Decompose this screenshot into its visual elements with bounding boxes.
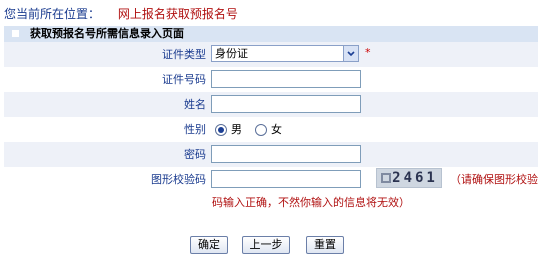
captcha-note-line2: 码输入正确，不然你输入的信息将无效） — [212, 196, 410, 209]
password-label: 密码 — [184, 148, 206, 161]
captcha-image[interactable]: 2461 — [376, 168, 442, 188]
gender-female-label[interactable]: 女 — [271, 117, 282, 142]
captcha-label: 图形校验码 — [151, 173, 206, 186]
row-password: 密码 — [4, 142, 538, 167]
row-id-number: 证件号码 — [4, 67, 538, 92]
name-label: 姓名 — [184, 98, 206, 111]
breadcrumb-current[interactable]: 网上报名获取预报名号 — [118, 7, 238, 21]
radio-selected-dot — [218, 127, 224, 133]
captcha-text: 2461 — [392, 170, 438, 186]
gender-label: 性别 — [184, 123, 206, 136]
previous-step-button[interactable]: 上一步 — [242, 236, 290, 254]
registration-form: 证件类型 身份证 * 证件号码 姓名 性别 男 女 密码 图形校验码 2461 … — [4, 42, 538, 218]
id-number-input[interactable] — [211, 70, 361, 88]
id-type-select[interactable]: 身份证 — [211, 45, 359, 62]
required-mark: * — [365, 46, 371, 59]
name-input[interactable] — [211, 95, 361, 113]
row-id-type: 证件类型 身份证 * — [4, 42, 538, 67]
password-input[interactable] — [211, 145, 361, 163]
gender-male-label[interactable]: 男 — [231, 117, 242, 142]
captcha-note-line1: （请确保图形校验 — [450, 173, 538, 186]
id-type-label: 证件类型 — [162, 48, 206, 61]
row-captcha: 图形校验码 2461 （请确保图形校验 — [4, 167, 538, 218]
gender-female-radio[interactable] — [255, 124, 267, 136]
gender-male-radio[interactable] — [215, 124, 227, 136]
section-header: 获取预报名号所需信息录入页面 — [4, 26, 538, 42]
square-bullet-icon — [12, 30, 19, 37]
breadcrumb: 您当前所在位置： 网上报名获取预报名号 — [4, 4, 238, 24]
captcha-input[interactable] — [211, 170, 361, 188]
id-number-label: 证件号码 — [162, 73, 206, 86]
breadcrumb-label: 您当前所在位置： — [4, 7, 101, 21]
id-type-value: 身份证 — [215, 47, 248, 60]
captcha-noise-icon — [381, 173, 391, 183]
row-gender: 性别 男 女 — [4, 117, 538, 142]
confirm-button[interactable]: 确定 — [190, 236, 228, 254]
chevron-down-icon[interactable] — [343, 46, 358, 61]
reset-button[interactable]: 重置 — [306, 236, 344, 254]
row-name: 姓名 — [4, 92, 538, 117]
section-title: 获取预报名号所需信息录入页面 — [30, 27, 184, 40]
